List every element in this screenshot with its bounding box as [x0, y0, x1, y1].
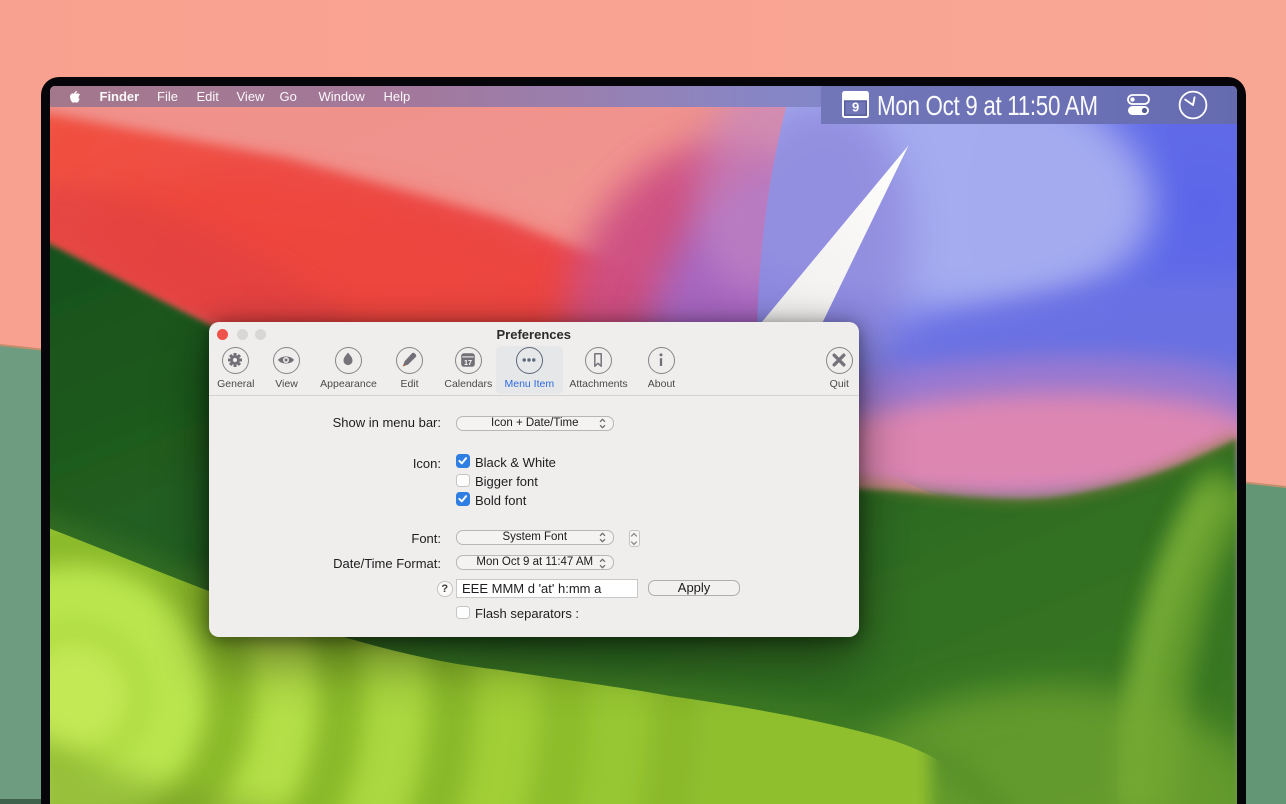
svg-text:9: 9 — [852, 100, 859, 115]
svg-text:17: 17 — [464, 358, 472, 367]
